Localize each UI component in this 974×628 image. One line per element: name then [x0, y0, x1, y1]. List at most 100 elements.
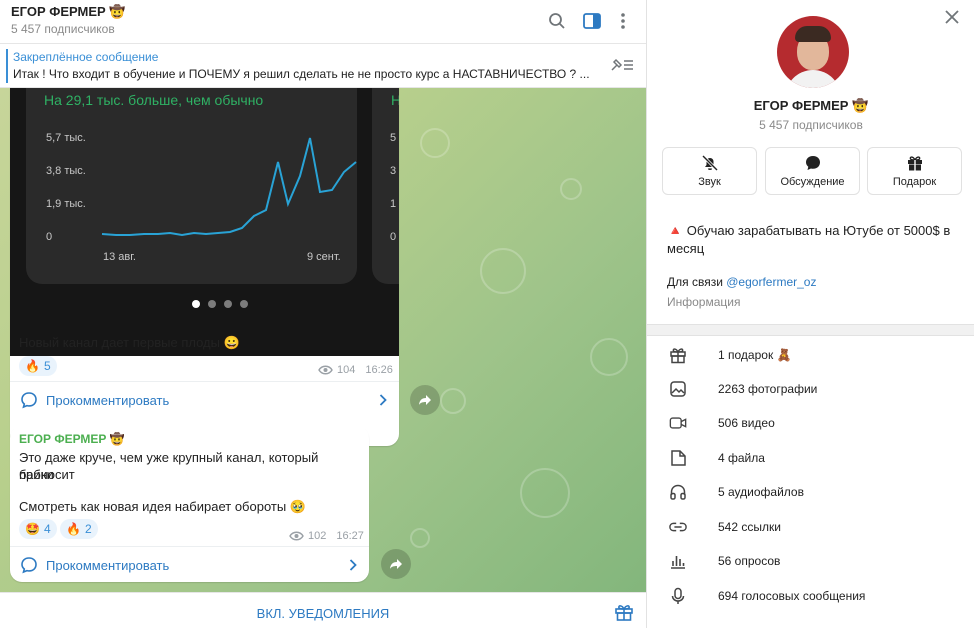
chat-header[interactable]: ЕГОР ФЕРМЕР 🤠 5 457 подписчиков [0, 0, 646, 44]
slide-dot-active[interactable] [192, 300, 200, 308]
media-label: 694 голосовых сообщения [718, 589, 866, 603]
file-icon [671, 450, 686, 466]
wallpaper-doodle [440, 388, 466, 414]
views-line [101, 137, 357, 237]
chat-wallpaper: На 29,1 тыс. больше, чем обычно Н 5,7 ты… [0, 88, 646, 592]
search-button[interactable] [545, 9, 569, 33]
reaction-count: 5 [43, 359, 51, 373]
media-icon-wrap [669, 414, 687, 432]
media-label: 1 подарок 🧸 [718, 348, 792, 362]
media-row-files[interactable]: 4 файла [647, 441, 974, 475]
contact-link[interactable]: @egorfermer_oz [726, 275, 816, 289]
slide-dot[interactable] [208, 300, 216, 308]
divider [10, 381, 399, 382]
sender-name[interactable]: ЕГОР ФЕРМЕР 🤠 [19, 432, 125, 446]
forward-arrow-icon [419, 395, 431, 405]
wallpaper-doodle [520, 468, 570, 518]
forward-button[interactable] [381, 549, 411, 579]
message-meta: 104 16:26 [318, 364, 393, 376]
media-icon-wrap [669, 483, 687, 501]
sidebar-toggle-button[interactable] [580, 9, 604, 33]
discussion-button[interactable]: Обсуждение [765, 147, 860, 195]
view-count: 102 [308, 530, 327, 542]
chat-pane: На 29,1 тыс. больше, чем обычно Н 5,7 ты… [0, 0, 646, 628]
message-time: 16:27 [336, 530, 364, 542]
close-icon[interactable] [945, 10, 959, 24]
media-icon-wrap [669, 518, 687, 536]
photo-icon [670, 381, 686, 397]
act-icon-wrap [663, 154, 756, 172]
contact-prefix: Для связи [667, 275, 727, 289]
enable-notifications-button[interactable]: ВКЛ. УВЕДОМЛЕНИЯ [0, 606, 646, 621]
mute-button[interactable]: Звук [662, 147, 757, 195]
bell-off-icon [701, 154, 718, 172]
pinned-indicator [6, 49, 8, 83]
slide-dot[interactable] [224, 300, 232, 308]
info-section-label: Информация [667, 295, 741, 309]
media-row-voice[interactable]: 694 голосовых сообщения [647, 579, 974, 613]
reaction-emoji: 🔥 [66, 522, 81, 536]
x-tick: 13 авг. [103, 251, 136, 263]
message-bubble[interactable]: ЕГОР ФЕРМЕР 🤠 Это даже круче, чем уже кр… [10, 426, 369, 582]
avatar[interactable] [777, 16, 849, 88]
bottom-bar: ВКЛ. УВЕДОМЛЕНИЯ [0, 592, 646, 628]
video-icon [669, 417, 687, 429]
media-row-videos[interactable]: 506 видео [647, 406, 974, 440]
pinned-text: Итак ! Что входит в обучение и ПОЧЕМУ я … [13, 67, 590, 81]
message-text-line: бабки [19, 467, 54, 482]
comment-icon [21, 392, 37, 409]
media-row-links[interactable]: 542 ссылки [647, 510, 974, 544]
media-row-photos[interactable]: 2263 фотографии [647, 372, 974, 406]
media-label: 2263 фотографии [718, 382, 818, 396]
message-text-line: Это даже круче, чем уже крупный канал, к… [19, 450, 319, 482]
section-separator [647, 324, 974, 336]
media-icon-wrap [669, 346, 687, 364]
contact-line: Для связи @egorfermer_oz [667, 275, 816, 289]
comment-label: Прокомментировать [46, 557, 170, 573]
act-icon-wrap [766, 154, 859, 172]
media-label: 506 видео [718, 416, 775, 430]
reaction-emoji: 🤩 [25, 522, 40, 536]
message-text: Новый канал дает первые плоды 😀 [19, 335, 240, 350]
more-menu-button[interactable] [611, 9, 635, 33]
eye-icon [318, 365, 333, 375]
reaction-chip[interactable]: 🔥 5 [19, 356, 57, 376]
reaction-count: 2 [84, 522, 92, 536]
media-row-polls[interactable]: 56 опросов [647, 544, 974, 578]
media-label: 4 файла [718, 451, 765, 465]
wallpaper-doodle [590, 338, 628, 376]
gift-icon [907, 156, 922, 171]
channel-title[interactable]: ЕГОР ФЕРМЕР 🤠 [11, 4, 126, 20]
slide-indicator[interactable] [192, 300, 248, 308]
reaction-chip[interactable]: 🔥 2 [60, 519, 98, 539]
media-label: 56 опросов [718, 554, 781, 568]
forward-button[interactable] [410, 385, 440, 415]
pin-list-icon[interactable] [610, 56, 634, 74]
slide-dot[interactable] [240, 300, 248, 308]
view-count: 104 [337, 364, 356, 376]
divider [10, 546, 369, 547]
message-bubble[interactable]: На 29,1 тыс. больше, чем обычно Н 5,7 ты… [10, 88, 399, 446]
message-text-line: Смотреть как новая идея набирает обороты… [19, 499, 306, 514]
media-row-audio[interactable]: 5 аудиофайлов [647, 475, 974, 509]
subscriber-count: 5 457 подписчиков [11, 22, 115, 36]
comment-button[interactable]: Прокомментировать [10, 385, 399, 415]
search-icon [549, 13, 565, 29]
channel-subscribers: 5 457 подписчиков [759, 118, 863, 132]
telegram-window: На 29,1 тыс. больше, чем обычно Н 5,7 ты… [0, 0, 974, 628]
chevron-right-icon [379, 394, 387, 406]
media-row-gifts[interactable]: 1 подарок 🧸 [647, 338, 974, 372]
media-icon-wrap [669, 449, 687, 467]
comment-button[interactable]: Прокомментировать [10, 550, 369, 580]
headphones-icon [670, 484, 686, 500]
gift-icon[interactable] [614, 602, 634, 622]
message-image[interactable]: На 29,1 тыс. больше, чем обычно Н 5,7 ты… [10, 88, 399, 356]
gift-button[interactable]: Подарок [867, 147, 962, 195]
avatar-shirt [785, 70, 841, 88]
pinned-message-bar[interactable]: Закреплённое сообщение Итак ! Что входит… [0, 44, 646, 88]
forward-arrow-icon [390, 559, 402, 569]
sidebar-toggle-icon [583, 13, 601, 29]
reaction-chip[interactable]: 🤩 4 [19, 519, 57, 539]
media-icon-wrap [669, 552, 687, 570]
media-icon-wrap [669, 587, 687, 605]
